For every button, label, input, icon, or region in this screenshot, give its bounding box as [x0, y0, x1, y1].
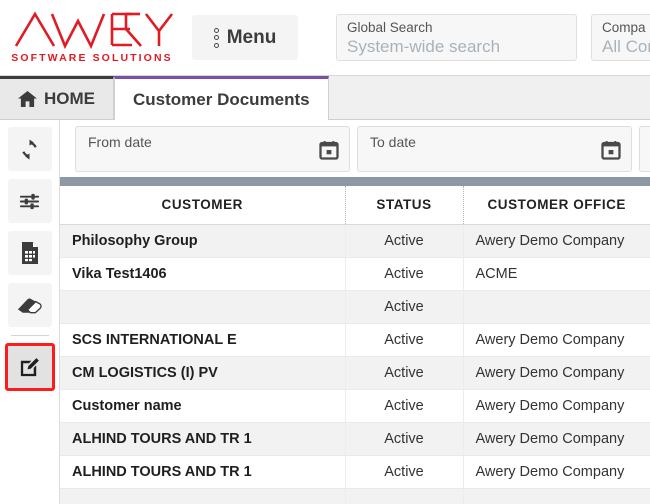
- menu-button-label: Menu: [227, 27, 277, 49]
- table-row[interactable]: ALHIND TOURS AND TR 1ActiveAwery Demo Co…: [60, 422, 650, 455]
- cell-customer: SCS INTERNATIONAL E: [60, 323, 345, 356]
- table-row[interactable]: Active: [60, 290, 650, 323]
- clear-button[interactable]: [8, 283, 52, 327]
- table-row[interactable]: Philosophy GroupActiveAwery Demo Company: [60, 224, 650, 257]
- calendar-icon[interactable]: [601, 140, 621, 160]
- global-search-placeholder: System-wide search: [347, 36, 566, 58]
- cell-office: ACME: [463, 257, 650, 290]
- action-sidebar: [0, 120, 60, 504]
- cell-customer: Customer name: [60, 389, 345, 422]
- cell-customer: [60, 290, 345, 323]
- cell-status: Active: [345, 224, 463, 257]
- types-button[interactable]: [5, 343, 55, 391]
- awery-logo-icon: [8, 9, 176, 49]
- company-selector[interactable]: Compa All Com: [591, 14, 650, 61]
- cell-status: Active: [345, 455, 463, 488]
- cell-customer: Vika Test1406: [60, 257, 345, 290]
- cell-office: Awery Demo Company: [463, 455, 650, 488]
- cell-office: Awery Demo Company: [463, 356, 650, 389]
- tab-customer-documents-label: Customer Documents: [133, 90, 310, 110]
- cell-customer: Philosophy Group: [60, 224, 345, 257]
- tab-home[interactable]: HOME: [0, 76, 114, 119]
- from-date-input[interactable]: From date: [75, 126, 350, 172]
- cell-customer: ALHIND TOURS AND TR 1: [60, 422, 345, 455]
- cell-office: [463, 488, 650, 504]
- main-content: From date To date: [0, 120, 650, 504]
- cell-status: Active: [345, 323, 463, 356]
- cell-customer: ALHIND TOURS AND TR 1: [60, 455, 345, 488]
- cell-office: Awery Demo Company: [463, 389, 650, 422]
- eraser-icon: [17, 294, 42, 316]
- cell-status: Active: [345, 257, 463, 290]
- document-grid-icon: [19, 241, 41, 265]
- table-row[interactable]: Vika Test1406ActiveACME: [60, 257, 650, 290]
- global-search-label: Global Search: [347, 20, 566, 36]
- vertical-dots-icon: [214, 28, 219, 48]
- company-value: All Com: [602, 36, 650, 58]
- cell-office: [463, 290, 650, 323]
- cell-office: Awery Demo Company: [463, 224, 650, 257]
- table-header-row: CUSTOMER STATUS CUSTOMER OFFICE: [60, 186, 650, 224]
- brand-logo[interactable]: SOFTWARE SOLUTIONS: [8, 9, 176, 64]
- brand-tagline: SOFTWARE SOLUTIONS: [8, 52, 176, 64]
- column-header-status[interactable]: STATUS: [345, 186, 463, 224]
- to-date-input[interactable]: To date: [357, 126, 632, 172]
- company-label: Compa: [602, 20, 650, 36]
- sidebar-divider: [11, 335, 49, 336]
- cell-status: Active: [345, 422, 463, 455]
- filter-row: From date To date: [60, 120, 650, 177]
- to-date-label: To date: [370, 134, 416, 150]
- table-row[interactable]: Customer nameActiveAwery Demo Company: [60, 389, 650, 422]
- cell-status: [345, 488, 463, 504]
- table-top-bar: [60, 177, 650, 186]
- sliders-icon: [18, 190, 41, 213]
- edit-square-icon: [18, 356, 41, 379]
- tab-bar: HOME Customer Documents: [0, 76, 650, 120]
- report-button[interactable]: [8, 231, 52, 275]
- cell-customer: [60, 488, 345, 504]
- refresh-button[interactable]: [8, 127, 52, 171]
- from-date-label: From date: [88, 134, 152, 150]
- tab-bar-filler: [329, 76, 650, 119]
- filter-settings-button[interactable]: [8, 179, 52, 223]
- third-filter-input[interactable]: [639, 126, 650, 172]
- refresh-icon: [18, 138, 41, 161]
- table-row[interactable]: [60, 488, 650, 504]
- tab-customer-documents[interactable]: Customer Documents: [114, 76, 329, 120]
- customer-documents-table: CUSTOMER STATUS CUSTOMER OFFICE Philosop…: [60, 186, 650, 504]
- calendar-icon[interactable]: [319, 140, 339, 160]
- home-icon: [18, 91, 37, 108]
- table-row[interactable]: SCS INTERNATIONAL EActiveAwery Demo Comp…: [60, 323, 650, 356]
- cell-status: Active: [345, 290, 463, 323]
- menu-button[interactable]: Menu: [192, 15, 298, 60]
- column-header-office[interactable]: CUSTOMER OFFICE: [463, 186, 650, 224]
- cell-customer: CM LOGISTICS (I) PV: [60, 356, 345, 389]
- global-search-input[interactable]: Global Search System-wide search: [336, 14, 577, 61]
- cell-status: Active: [345, 356, 463, 389]
- column-header-customer[interactable]: CUSTOMER: [60, 186, 345, 224]
- top-bar: SOFTWARE SOLUTIONS Menu Global Search Sy…: [0, 0, 650, 76]
- table-row[interactable]: ALHIND TOURS AND TR 1ActiveAwery Demo Co…: [60, 455, 650, 488]
- cell-office: Awery Demo Company: [463, 323, 650, 356]
- cell-office: Awery Demo Company: [463, 422, 650, 455]
- tab-home-label: HOME: [44, 89, 95, 109]
- table-row[interactable]: CM LOGISTICS (I) PVActiveAwery Demo Comp…: [60, 356, 650, 389]
- cell-status: Active: [345, 389, 463, 422]
